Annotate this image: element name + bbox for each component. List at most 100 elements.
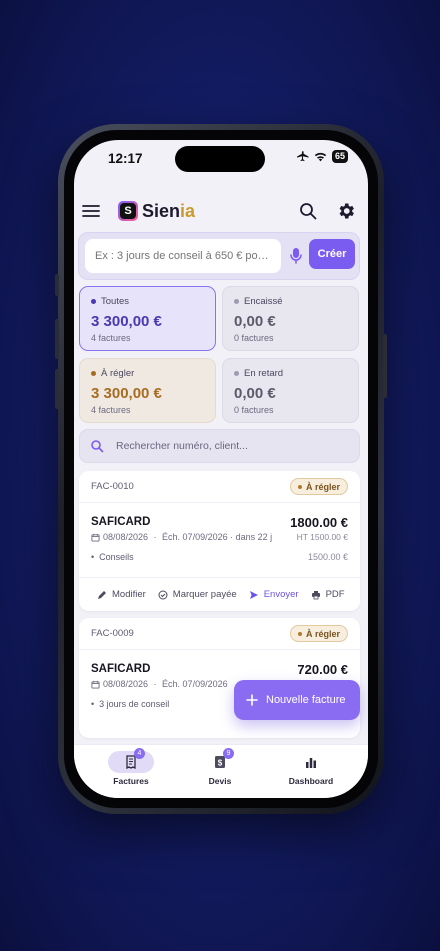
invoice-ht-amount: HT 1500.00 € <box>296 532 348 542</box>
send-label: Envoyer <box>263 589 299 600</box>
composer-input[interactable] <box>85 239 281 273</box>
stat-count: 0 factures <box>234 333 274 343</box>
invoice-total: 720.00 € <box>297 662 348 677</box>
stat-card-all[interactable]: Toutes 3 300,00 € 4 factures <box>79 286 216 351</box>
edit-label: Modifier <box>112 589 146 600</box>
invoice-search-input[interactable]: Rechercher numéro, client... <box>79 429 360 463</box>
line-item: • Conseils <box>91 552 134 562</box>
pdf-label: PDF <box>325 589 345 600</box>
stat-card-paid[interactable]: Encaissé 0,00 € 0 factures <box>222 286 359 351</box>
stat-card-late[interactable]: En retard 0,00 € 0 factures <box>222 358 359 423</box>
invoice-date: 08/08/2026 <box>103 679 149 689</box>
invoice-dates: 08/08/2026 · Éch. 07/09/2026 · dans 22 j <box>91 532 272 542</box>
invoice-number: FAC-0009 <box>91 628 134 639</box>
search-icon <box>91 440 104 453</box>
stat-count: 0 factures <box>234 405 274 415</box>
status-dot <box>234 371 239 376</box>
edit-button[interactable]: Modifier <box>97 589 146 600</box>
new-invoice-label: Nouvelle facture <box>266 694 346 706</box>
battery-indicator: 65 <box>331 150 348 163</box>
stat-card-due[interactable]: À régler 3 300,00 € 4 factures <box>79 358 216 423</box>
line-item-amount: 1500.00 € <box>307 552 348 562</box>
send-button[interactable]: Envoyer <box>249 589 299 600</box>
invoice-actions: Modifier Marquer payée Envoyer PDF <box>79 577 360 611</box>
microphone-icon[interactable] <box>289 247 303 265</box>
stat-amount: 0,00 € <box>234 385 276 402</box>
calendar-icon <box>91 533 100 542</box>
stat-count: 4 factures <box>91 405 131 415</box>
send-icon <box>249 590 258 599</box>
tab-label: Devis <box>208 776 232 786</box>
status-badge: À régler <box>289 478 348 495</box>
tab-icon-container: 4 <box>108 748 154 773</box>
app-bar: S Sienia <box>74 192 368 232</box>
status-badge-label: À régler <box>305 628 340 639</box>
search-icon[interactable] <box>298 201 318 221</box>
tab-dashboard[interactable]: Dashboard <box>271 751 351 786</box>
invoice-due: Éch. 07/09/2026 <box>162 679 228 689</box>
menu-icon[interactable] <box>80 200 102 222</box>
printer-icon <box>311 590 320 599</box>
invoice-total: 1800.00 € <box>290 515 348 530</box>
invoice-card-header: FAC-0010 À régler <box>79 471 360 503</box>
status-dot <box>91 299 96 304</box>
separator-dot: · <box>151 679 160 689</box>
invoice-number: FAC-0010 <box>91 481 134 492</box>
tab-icon-container: $ 9 <box>197 748 243 773</box>
stat-amount: 3 300,00 € <box>91 385 162 402</box>
stat-label-text: Toutes <box>101 296 129 307</box>
invoice-dates: 08/08/2026 · Éch. 07/09/2026 <box>91 679 228 689</box>
stat-label-text: À régler <box>101 368 135 379</box>
stat-label-text: Encaissé <box>244 296 283 307</box>
bar-chart-icon <box>306 758 316 768</box>
tab-icon-container <box>288 751 334 773</box>
ai-invoice-composer: Créer <box>78 232 360 280</box>
tab-badge: 4 <box>134 748 145 759</box>
phone-side-button <box>383 334 387 398</box>
status-bar: 12:17 65 <box>74 140 368 180</box>
bottom-tab-bar: 4 Factures $ 9 Devis Dashboard <box>74 744 368 798</box>
status-icons: 65 <box>296 150 348 163</box>
stat-amount: 0,00 € <box>234 313 276 330</box>
status-time: 12:17 <box>108 151 143 166</box>
check-circle-icon <box>158 590 168 599</box>
app-brand: Sienia <box>142 201 195 222</box>
invoice-card[interactable]: FAC-0009 À régler SAFICARD 720.00 € 08/0… <box>79 618 360 738</box>
gear-icon[interactable] <box>336 201 356 221</box>
separator-dot: · <box>151 532 160 542</box>
status-dot <box>234 299 239 304</box>
status-dot <box>297 484 302 489</box>
mark-paid-button[interactable]: Marquer payée <box>158 589 237 600</box>
line-item-label: 3 jours de conseil <box>99 699 170 709</box>
dynamic-island <box>175 146 265 172</box>
stat-label: Encaissé <box>234 296 347 307</box>
stat-amount: 3 300,00 € <box>91 313 162 330</box>
stat-label-text: En retard <box>244 368 284 379</box>
status-badge-label: À régler <box>305 481 340 492</box>
tab-devis[interactable]: $ 9 Devis <box>180 748 260 786</box>
phone-frame: 12:17 65 S Sienia Créer Toutes 3 300,00 … <box>55 124 387 814</box>
invoice-date: 08/08/2026 <box>103 532 149 542</box>
tab-label: Factures <box>113 776 149 786</box>
phone-action-button <box>55 274 59 296</box>
app-screen: 12:17 65 S Sienia Créer Toutes 3 300,00 … <box>74 140 368 798</box>
line-item-label: Conseils <box>99 552 134 562</box>
tab-factures[interactable]: 4 Factures <box>91 748 171 786</box>
tab-label: Dashboard <box>288 776 334 786</box>
invoice-card[interactable]: FAC-0010 À régler SAFICARD 1800.00 € 08/… <box>79 471 360 611</box>
search-placeholder: Rechercher numéro, client... <box>116 440 248 452</box>
phone-volume-down-button <box>55 369 59 409</box>
airplane-icon <box>297 151 309 162</box>
stat-label: En retard <box>234 368 347 379</box>
svg-text:$: $ <box>218 759 223 768</box>
app-logo: S <box>118 201 138 221</box>
status-dot <box>297 631 302 636</box>
wifi-icon <box>314 152 327 161</box>
create-button[interactable]: Créer <box>309 239 355 269</box>
new-invoice-button[interactable]: Nouvelle facture <box>234 680 360 720</box>
pencil-icon <box>98 590 106 599</box>
stat-label: À régler <box>91 368 204 379</box>
tab-badge: 9 <box>223 748 234 759</box>
pdf-button[interactable]: PDF <box>311 589 345 600</box>
client-name: SAFICARD <box>91 516 151 528</box>
